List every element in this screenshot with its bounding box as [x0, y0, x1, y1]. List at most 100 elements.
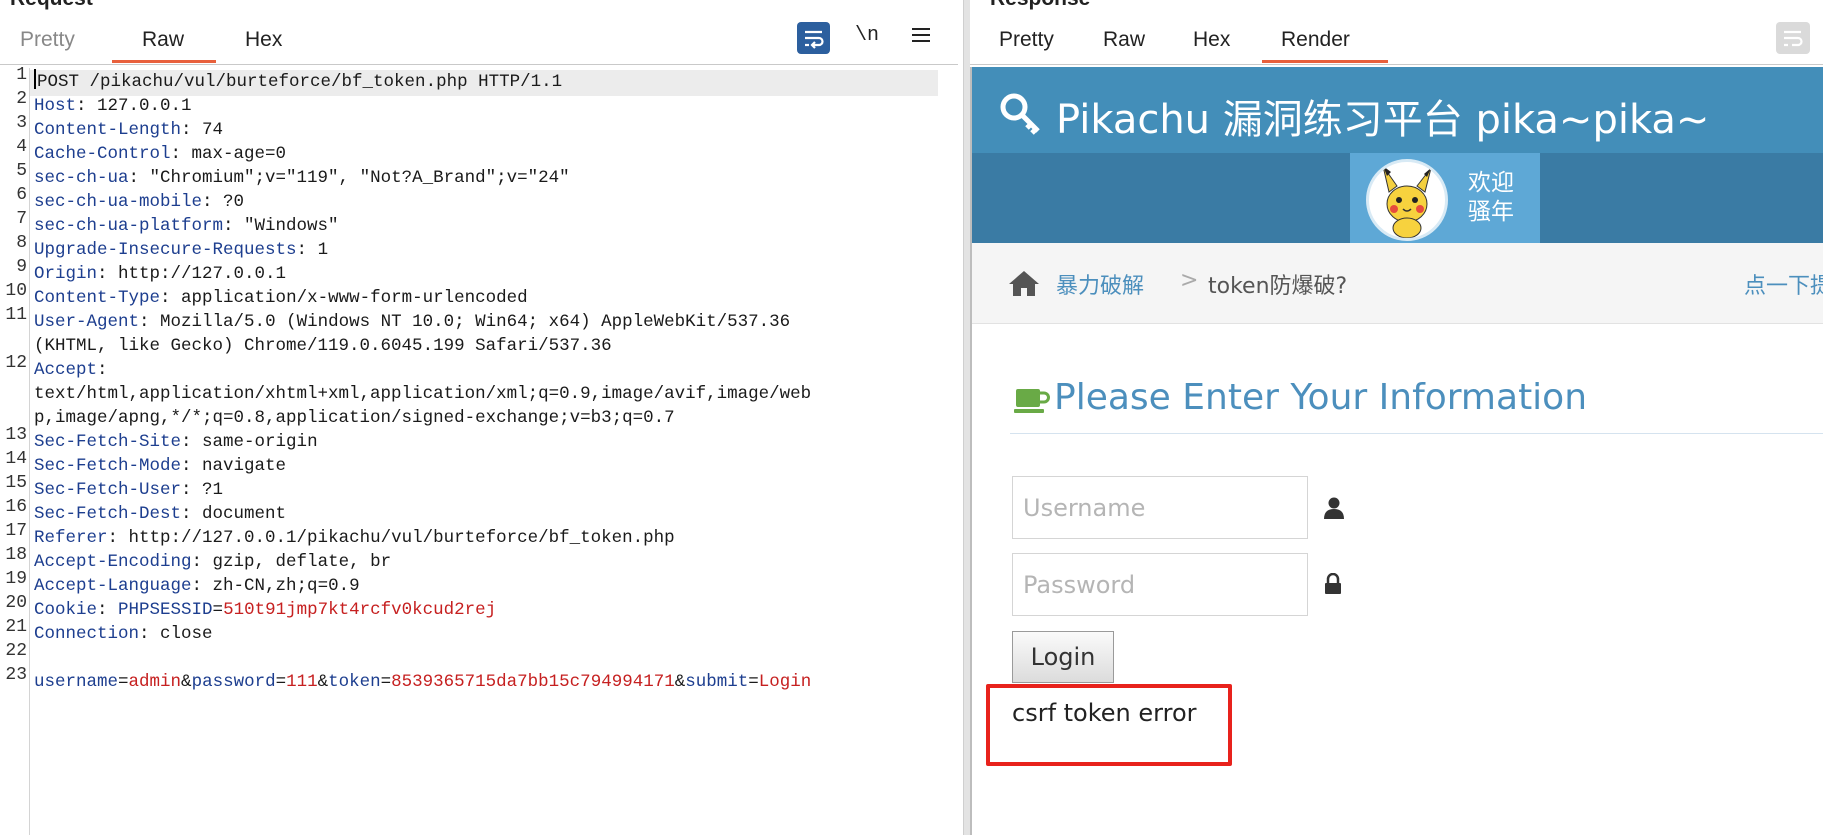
wrap-lines-button[interactable]	[797, 22, 830, 54]
line-number: 19	[5, 569, 27, 589]
param-name: submit	[685, 672, 749, 692]
header-key: Cookie	[34, 600, 98, 620]
lock-icon	[1325, 573, 1341, 594]
header-value: max-age=0	[191, 144, 287, 164]
line-number: 2	[16, 89, 27, 109]
wrap-icon	[805, 30, 824, 49]
header-value: gzip, deflate, br	[212, 552, 392, 572]
header-key: Sec-Fetch-Dest	[34, 504, 182, 524]
cookie-name: PHPSESSID	[118, 600, 213, 620]
pikachu-avatar-icon	[1382, 165, 1432, 238]
tab-raw[interactable]: Raw	[1103, 28, 1145, 52]
header-key: Referer	[34, 528, 108, 548]
line-number: 18	[5, 545, 27, 565]
header-value: application/x-www-form-urlencoded	[181, 288, 528, 308]
login-button[interactable]: Login	[1012, 631, 1114, 683]
text-cursor	[34, 69, 36, 89]
line-number: 11	[5, 305, 27, 325]
tab-raw[interactable]: Raw	[142, 28, 184, 52]
welcome-line: 骚年	[1468, 199, 1514, 225]
header-value: (KHTML, like Gecko) Chrome/119.0.6045.19…	[34, 336, 612, 356]
request-line-text: POST /pikachu/vul/burteforce/bf_token.ph…	[37, 72, 563, 92]
coffee-cup-icon	[1014, 389, 1050, 413]
welcome-line: 欢迎	[1468, 170, 1514, 196]
param-value: admin	[128, 672, 182, 692]
line-number: 8	[16, 233, 27, 253]
line-number: 9	[16, 257, 27, 277]
param-value: Login	[758, 672, 812, 692]
menu-icon	[912, 28, 930, 42]
header-value: document	[202, 504, 287, 524]
active-tab-indicator	[1262, 60, 1388, 63]
header-line-continuation: (KHTML, like Gecko) Chrome/119.0.6045.19…	[34, 332, 612, 360]
tab-pretty[interactable]: Pretty	[20, 28, 75, 52]
param-name: token	[328, 672, 381, 692]
line-number: 21	[5, 617, 27, 637]
header-key: Host	[34, 96, 77, 116]
header-value: zh-CN,zh;q=0.9	[212, 576, 360, 596]
header-key: Cache-Control	[34, 144, 171, 164]
site-header: Pikachu 漏洞练习平台 pika~pika~	[972, 67, 1823, 153]
line-number: 6	[16, 185, 27, 205]
line-number: 15	[5, 473, 27, 493]
header-value: "Chromium";v="119", "Not?A_Brand";v="24"	[149, 168, 570, 188]
param-value: 8539365715da7bb15c794994171	[391, 672, 675, 692]
render-view: Pikachu 漏洞练习平台 pika~pika~ 欢迎 骚年 暴力破解 > t…	[970, 67, 1823, 835]
breadcrumb-link[interactable]: 暴力破解	[1056, 268, 1144, 300]
welcome-text: 欢迎 骚年	[1468, 169, 1514, 227]
tab-render[interactable]: Render	[1281, 28, 1350, 52]
tab-hex[interactable]: Hex	[1193, 28, 1230, 52]
breadcrumb-separator: >	[1180, 268, 1199, 293]
password-input[interactable]	[1012, 553, 1308, 616]
line-number: 7	[16, 209, 27, 229]
header-key: Connection	[34, 624, 140, 644]
line-number: 3	[16, 113, 27, 133]
line-number: 17	[5, 521, 27, 541]
tab-pretty[interactable]: Pretty	[999, 28, 1054, 52]
header-key: Sec-Fetch-User	[34, 480, 182, 500]
line-number: 10	[5, 281, 27, 301]
header-key: sec-ch-ua-mobile	[34, 192, 203, 212]
header-key: sec-ch-ua	[34, 168, 129, 188]
show-newlines-button[interactable]: \n	[855, 24, 879, 47]
breadcrumb-current: token防爆破?	[1208, 274, 1348, 299]
header-value: close	[160, 624, 213, 644]
header-key: Sec-Fetch-Site	[34, 432, 182, 452]
line-number: 22	[5, 641, 27, 661]
header-key: Accept-Language	[34, 576, 192, 596]
header-value: p,image/apng,*/*;q=0.8,application/signe…	[34, 408, 675, 428]
line-number: 12	[5, 353, 27, 373]
header-value: ?1	[202, 480, 224, 500]
header-value: ?0	[223, 192, 245, 212]
header-key: Sec-Fetch-Mode	[34, 456, 182, 476]
header-value: http://127.0.0.1	[118, 264, 287, 284]
header-value: navigate	[202, 456, 287, 476]
header-line: Connection: close	[34, 624, 213, 644]
request-body: username=admin&password=111&token=853936…	[34, 672, 812, 692]
cookie-value: 510t91jmp7kt4rcfv0kcud2rej	[223, 600, 497, 620]
user-icon	[1324, 497, 1344, 519]
tabs-divider	[0, 64, 958, 65]
header-value: http://127.0.0.1/pikachu/vul/burteforce/…	[128, 528, 675, 548]
param-name: password	[191, 672, 276, 692]
header-key: Upgrade-Insecure-Requests	[34, 240, 297, 260]
line-number: 5	[16, 161, 27, 181]
home-icon[interactable]	[1008, 269, 1040, 297]
header-key: Accept	[34, 360, 98, 380]
menu-button[interactable]	[911, 26, 931, 49]
tab-hex[interactable]: Hex	[245, 28, 282, 52]
active-tab-indicator	[112, 60, 216, 63]
wrap-lines-button[interactable]	[1776, 22, 1810, 54]
hint-link[interactable]: 点一下提示~	[1744, 268, 1823, 300]
user-info[interactable]: 欢迎 骚年	[1350, 153, 1540, 243]
response-pane: Response Pretty Raw Hex Render Pikachu 漏…	[970, 0, 1823, 835]
header-key: User-Agent	[34, 312, 140, 332]
line-number: 23	[5, 665, 27, 685]
line-number: 13	[5, 425, 27, 445]
line-number: 4	[16, 137, 27, 157]
response-pane-title: Response	[990, 0, 1090, 11]
header-value: text/html,application/xhtml+xml,applicat…	[34, 384, 812, 404]
username-input[interactable]	[1012, 476, 1308, 539]
page-heading: Please Enter Your Information	[1054, 377, 1588, 418]
tabs-divider	[970, 64, 1823, 65]
